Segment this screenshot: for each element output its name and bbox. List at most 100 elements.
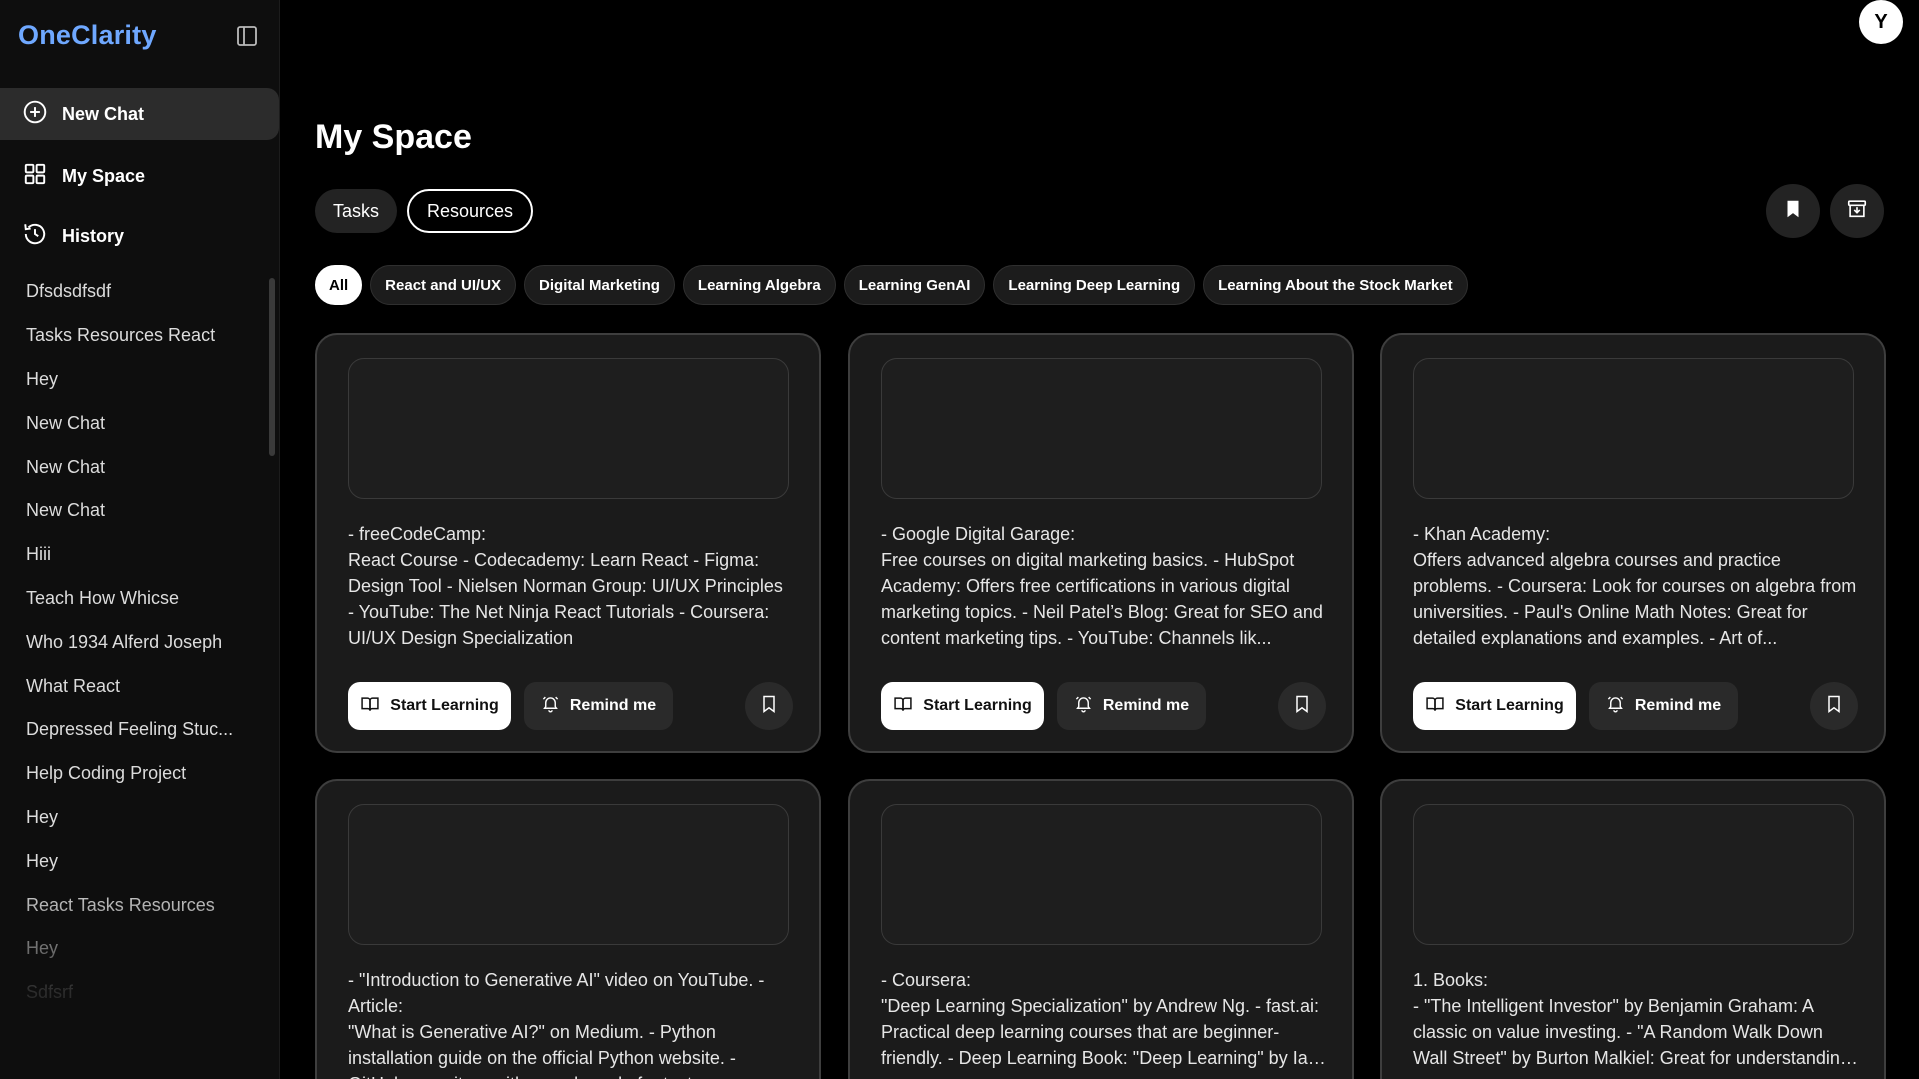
plus-circle-icon <box>22 99 48 130</box>
history-list: Dfsdsdfsdf Tasks Resources React Hey New… <box>0 270 268 1010</box>
card-description: Offers advanced algebra courses and prac… <box>1413 550 1857 648</box>
resource-card: 1. Books: - "The Intelligent Investor" b… <box>1380 779 1886 1079</box>
history-item[interactable]: React Tasks Resources <box>0 883 268 927</box>
card-description: Free courses on digital marketing basics… <box>881 550 1323 648</box>
tab-tasks[interactable]: Tasks <box>315 189 397 233</box>
filter-chip-all[interactable]: All <box>315 265 363 305</box>
book-icon <box>360 694 380 719</box>
resource-card: - Khan Academy: Offers advanced algebra … <box>1380 333 1886 753</box>
book-icon <box>893 694 913 719</box>
bookmark-outline-icon <box>1292 694 1312 719</box>
card-source: - freeCodeCamp: <box>348 524 487 544</box>
archive-button[interactable] <box>1830 184 1884 238</box>
card-description: "What is Generative AI?" on Medium. - Py… <box>348 1022 736 1079</box>
sidebar: OneClarity New Chat My Space History Dfs… <box>0 0 280 1079</box>
start-learning-label: Start Learning <box>923 697 1032 714</box>
history-item[interactable]: What React <box>0 664 268 708</box>
card-thumbnail <box>348 804 789 945</box>
card-thumbnail <box>881 804 1322 945</box>
card-body: 1. Books: - "The Intelligent Investor" b… <box>1413 967 1858 1071</box>
sidebar-toggle-icon[interactable] <box>233 22 261 50</box>
sidebar-scrollbar[interactable] <box>269 278 275 456</box>
card-body: - "Introduction to Generative AI" video … <box>348 967 793 1079</box>
card-actions: Start Learning Remind me <box>348 682 793 730</box>
filter-chip-learning-algebra[interactable]: Learning Algebra <box>682 265 836 305</box>
remind-me-button[interactable]: Remind me <box>1057 682 1206 730</box>
remind-me-button[interactable]: Remind me <box>524 682 673 730</box>
my-space-label: My Space <box>62 165 146 186</box>
resource-card: - freeCodeCamp: React Course - Codecadem… <box>315 333 821 753</box>
card-description: React Course - Codecademy: Learn React -… <box>348 550 783 648</box>
history-item[interactable]: Hey <box>0 839 268 883</box>
card-thumbnail <box>1413 804 1854 945</box>
history-item[interactable]: Hey <box>0 927 268 971</box>
alarm-bell-icon <box>1074 694 1093 718</box>
filter-chip-digital-marketing[interactable]: Digital Marketing <box>524 265 675 305</box>
new-chat-label: New Chat <box>62 103 145 124</box>
history-label: History <box>62 225 125 246</box>
bookmark-button[interactable] <box>745 682 793 730</box>
card-body: - Google Digital Garage: Free courses on… <box>881 521 1326 651</box>
card-actions: Start Learning Remind me <box>1413 682 1858 730</box>
bookmark-button[interactable] <box>1810 682 1858 730</box>
card-thumbnail <box>881 358 1322 499</box>
bookmark-outline-icon <box>1824 694 1844 719</box>
grid-icon <box>22 161 48 192</box>
card-description: "Deep Learning Specialization" by Andrew… <box>881 996 1320 1068</box>
card-source: 1. Books: <box>1413 970 1489 990</box>
saved-bookmarks-button[interactable] <box>1766 184 1820 238</box>
filter-chips: All React and UI/UX Digital Marketing Le… <box>315 265 1468 305</box>
filter-chip-learning-deep-learning[interactable]: Learning Deep Learning <box>993 265 1196 305</box>
history-item[interactable]: Hiii <box>0 533 268 577</box>
book-icon <box>1425 694 1445 719</box>
history-item[interactable]: Hey <box>0 796 268 840</box>
sidebar-item-my-space[interactable]: My Space <box>0 150 279 202</box>
remind-me-button[interactable]: Remind me <box>1589 682 1738 730</box>
history-item[interactable]: Teach How Whicse <box>0 577 268 621</box>
card-description: - "The Intelligent Investor" by Benjamin… <box>1413 996 1850 1068</box>
history-item[interactable]: New Chat <box>0 489 268 533</box>
alarm-bell-icon <box>1606 694 1625 718</box>
start-learning-button[interactable]: Start Learning <box>881 682 1044 730</box>
archive-icon <box>1846 198 1868 225</box>
start-learning-label: Start Learning <box>1455 697 1564 714</box>
start-learning-button[interactable]: Start Learning <box>348 682 511 730</box>
sidebar-item-history[interactable]: History <box>0 210 279 262</box>
card-body: - freeCodeCamp: React Course - Codecadem… <box>348 521 793 651</box>
card-thumbnail <box>348 358 789 499</box>
bookmark-icon <box>1782 198 1804 225</box>
history-item[interactable]: Dfsdsdfsdf <box>0 270 268 314</box>
brand-logo[interactable]: OneClarity <box>18 20 157 51</box>
history-item[interactable]: Tasks Resources React <box>0 314 268 358</box>
start-learning-button[interactable]: Start Learning <box>1413 682 1576 730</box>
remind-me-label: Remind me <box>1634 697 1722 714</box>
card-source: - Coursera: <box>881 970 972 990</box>
card-body: - Coursera: "Deep Learning Specializatio… <box>881 967 1326 1071</box>
filter-chip-react-uiux[interactable]: React and UI/UX <box>370 265 517 305</box>
resource-card: - "Introduction to Generative AI" video … <box>315 779 821 1079</box>
bookmark-outline-icon <box>759 694 779 719</box>
user-avatar[interactable]: Y <box>1859 0 1903 44</box>
tab-resources[interactable]: Resources <box>407 189 533 233</box>
start-learning-label: Start Learning <box>390 697 499 714</box>
history-item[interactable]: Who 1934 Alferd Joseph <box>0 620 268 664</box>
bookmark-button[interactable] <box>1278 682 1326 730</box>
new-chat-button[interactable]: New Chat <box>0 88 279 140</box>
remind-me-label: Remind me <box>569 697 657 714</box>
remind-me-label: Remind me <box>1102 697 1190 714</box>
card-source: - "Introduction to Generative AI" video … <box>348 970 765 1016</box>
history-item[interactable]: New Chat <box>0 445 268 489</box>
filter-chip-stock-market[interactable]: Learning About the Stock Market <box>1203 265 1468 305</box>
history-item[interactable]: Hey <box>0 358 268 402</box>
history-item[interactable]: Sdfsrf <box>0 971 268 1010</box>
history-item[interactable]: New Chat <box>0 401 268 445</box>
resource-card: - Coursera: "Deep Learning Specializatio… <box>848 779 1354 1079</box>
resource-card: - Google Digital Garage: Free courses on… <box>848 333 1354 753</box>
card-thumbnail <box>1413 358 1854 499</box>
history-icon <box>22 221 48 252</box>
card-actions: Start Learning Remind me <box>881 682 1326 730</box>
history-item[interactable]: Depressed Feeling Stuc... <box>0 708 268 752</box>
history-item[interactable]: Help Coding Project <box>0 752 268 796</box>
filter-chip-learning-genai[interactable]: Learning GenAI <box>843 265 986 305</box>
alarm-bell-icon <box>541 694 560 718</box>
